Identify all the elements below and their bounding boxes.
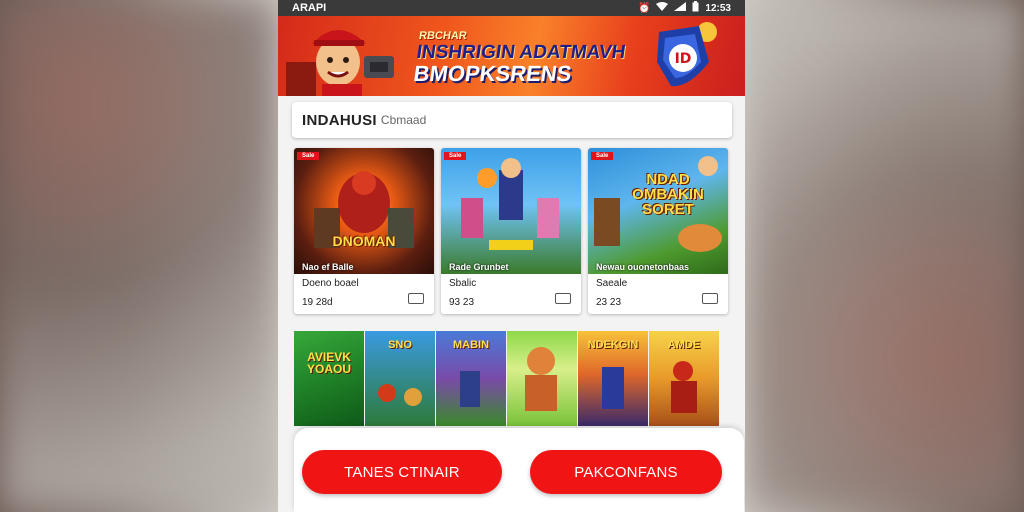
- game-tile[interactable]: AMDE: [649, 331, 719, 426]
- game-card[interactable]: Sale NDAD OMBAKIN SORET Newau ouonetonba…: [588, 148, 728, 314]
- sale-tag: Sale: [591, 152, 614, 160]
- secondary-action-button[interactable]: PAKCONFANS: [530, 450, 722, 494]
- status-bar: ARAPI ⏰ 12:53: [278, 0, 745, 16]
- banner-title: RBCHAR INSHRIGIN ADATMAVH BMOPKSRENS: [412, 30, 629, 86]
- game-name: Sbalic: [449, 278, 477, 289]
- hero-character-illustration: [286, 30, 394, 96]
- game-tile[interactable]: SNO: [365, 331, 435, 426]
- game-tile[interactable]: [507, 331, 577, 426]
- sale-tag: Sale: [297, 152, 320, 160]
- screen-icon: [555, 293, 571, 304]
- game-cover-art: Sale DNOMAN Nao ef Balle: [294, 148, 434, 274]
- search-bar[interactable]: INDAHUSI Cbmaad: [292, 102, 732, 138]
- game-tile[interactable]: NDEKGIN: [578, 331, 648, 426]
- game-cover-art: Sale Rade Grunbet: [441, 148, 581, 274]
- status-icons: ⏰ 12:53: [638, 1, 731, 15]
- primary-action-button[interactable]: TANES CTINAIR: [302, 450, 502, 494]
- carrier-label: ARAPI: [292, 2, 327, 14]
- game-caption: Newau ouonetonbaas: [596, 262, 690, 272]
- battery-icon: [692, 1, 699, 15]
- game-cover-art: Sale NDAD OMBAKIN SORET Newau ouonetonba…: [588, 148, 728, 274]
- game-art-title: DNOMAN: [332, 233, 396, 249]
- game-info: Saeale 23 23: [588, 274, 728, 308]
- game-info: Sbalic 93 23: [441, 274, 581, 308]
- game-card[interactable]: Sale DNOMAN Nao ef Balle Doeno boael 19 …: [294, 148, 434, 314]
- clock-time: 12:53: [705, 2, 731, 14]
- game-tile[interactable]: MABIN: [436, 331, 506, 426]
- phone-screen: ARAPI ⏰ 12:53 RBCHAR INSHRIGIN ADATMAVH …: [278, 0, 745, 512]
- game-art-title: NDAD OMBAKIN SORET: [632, 171, 704, 218]
- game-caption: Nao ef Balle: [302, 262, 354, 272]
- game-tiles-row: AVIEVK YOAOU SNO MABIN NDEKGIN AMDE: [294, 331, 719, 426]
- signal-icon: [674, 2, 687, 14]
- screen-icon: [702, 293, 718, 304]
- wifi-icon: [656, 2, 669, 14]
- banner-line-1: RBCHAR: [418, 30, 468, 42]
- promo-banner[interactable]: RBCHAR INSHRIGIN ADATMAVH BMOPKSRENS ID: [278, 16, 745, 96]
- sale-tag: Sale: [444, 152, 467, 160]
- featured-games-row: Sale DNOMAN Nao ef Balle Doeno boael 19 …: [294, 148, 728, 314]
- game-name: Saeale: [596, 278, 628, 289]
- game-caption: Rade Grunbet: [449, 262, 509, 272]
- background-blur-left: [0, 0, 278, 512]
- game-card[interactable]: Sale Rade Grunbet Sbalic 93 23: [441, 148, 581, 314]
- search-label: INDAHUSI: [302, 111, 377, 129]
- shield-badge-illustration: ID: [657, 22, 717, 87]
- search-hint: Cbmaad: [380, 113, 427, 127]
- background-blur-right: [746, 0, 1024, 512]
- alarm-icon: ⏰: [637, 2, 651, 14]
- banner-line-3: BMOPKSRENS: [412, 61, 574, 86]
- game-info: Doeno boael 19 28d: [294, 274, 434, 308]
- game-name: Doeno boael: [302, 278, 359, 289]
- tile-title: AVIEVK YOAOU: [306, 350, 351, 376]
- banner-line-2: INSHRIGIN ADATMAVH: [415, 42, 627, 63]
- screen-icon: [408, 293, 424, 304]
- game-tile[interactable]: AVIEVK YOAOU: [294, 331, 364, 426]
- action-panel: TANES CTINAIR PAKCONFANS: [294, 428, 744, 512]
- shield-badge-text: ID: [675, 51, 692, 67]
